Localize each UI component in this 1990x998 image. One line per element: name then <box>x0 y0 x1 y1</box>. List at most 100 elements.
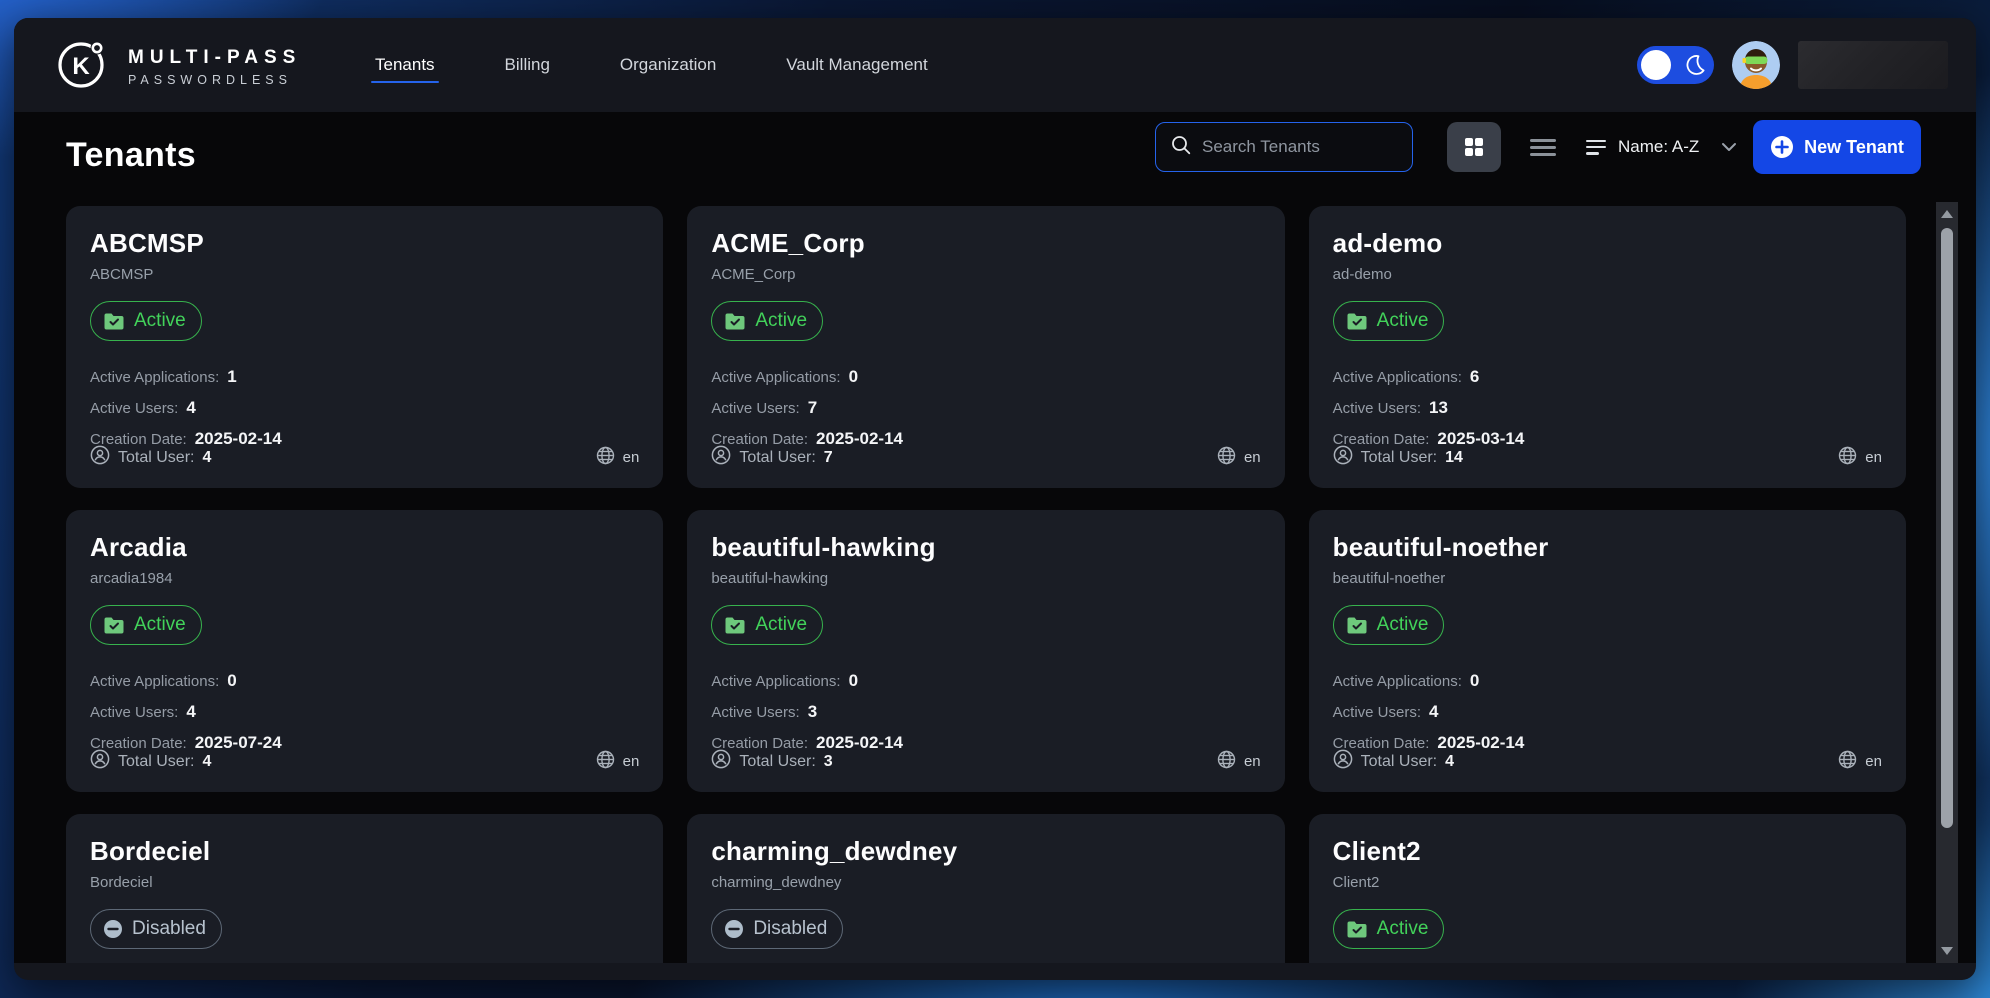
card-footer: Total User: 4 en <box>90 749 639 774</box>
tenant-name: Bordeciel <box>90 836 639 867</box>
tenant-card[interactable]: Arcadia arcadia1984 <box>66 510 663 792</box>
search-icon <box>1170 134 1192 161</box>
tenant-name: ad-demo <box>1333 228 1882 259</box>
user-icon <box>1333 749 1353 774</box>
tenant-slug: arcadia1984 <box>90 570 639 587</box>
folder-check-icon <box>103 616 125 635</box>
tenant-card[interactable]: ABCMSP ABCMSP <box>66 206 663 488</box>
card-footer: Total User: 7 en <box>711 445 1260 470</box>
tenant-name: beautiful-noether <box>1333 532 1882 563</box>
tenant-card[interactable]: beautiful-noether beautiful-noether <box>1309 510 1906 792</box>
sort-control[interactable]: Name: A-Z <box>1586 122 1737 172</box>
stat-active-applications: Active Applications: 0 <box>90 671 639 691</box>
list-icon <box>1530 139 1556 156</box>
status-badge: Active <box>711 301 823 341</box>
card-footer: Total User: 14 en <box>1333 445 1882 470</box>
stat-active-users: Active Users: 4 <box>90 702 639 722</box>
new-tenant-label: New Tenant <box>1804 137 1904 158</box>
card-footer: Total User: 4 en <box>90 445 639 470</box>
tenant-slug: beautiful-hawking <box>711 570 1260 587</box>
tenant-card[interactable]: ACME_Corp ACME_Corp <box>687 206 1284 488</box>
tenant-stats: Active Applications: 0 Active Users: 7 C… <box>711 367 1260 449</box>
nav-tab-tenants[interactable]: Tenants <box>369 45 441 85</box>
brand-name: MULTI-PASS PASSWORDLESS <box>128 47 301 87</box>
tenant-card[interactable]: beautiful-hawking beautiful-hawking <box>687 510 1284 792</box>
sort-label: Name: A-Z <box>1618 137 1699 157</box>
globe-icon <box>1217 446 1236 470</box>
status-badge: Active <box>1333 909 1445 949</box>
status-label: Active <box>755 614 807 636</box>
tenant-slug: ad-demo <box>1333 266 1882 283</box>
status-badge: Active <box>90 301 202 341</box>
status-badge: Active <box>90 605 202 645</box>
folder-check-icon <box>103 312 125 331</box>
tenant-stats: Active Applications: 0 Active Users: 3 C… <box>711 671 1260 753</box>
status-label: Active <box>755 310 807 332</box>
folder-check-icon <box>1346 312 1368 331</box>
scrollbar-thumb[interactable] <box>1941 228 1953 828</box>
new-tenant-button[interactable]: New Tenant <box>1753 120 1921 174</box>
search-input[interactable] <box>1202 137 1398 157</box>
status-label: Active <box>134 614 186 636</box>
header-right <box>1637 18 1948 112</box>
nav-tab-billing[interactable]: Billing <box>499 45 556 85</box>
tenant-stats: Active Applications: 0 Active Users: 4 C… <box>1333 671 1882 753</box>
status-label: Disabled <box>132 918 206 940</box>
scroll-up-arrow[interactable] <box>1936 204 1958 224</box>
user-icon <box>90 445 110 470</box>
tenant-card[interactable]: charming_dewdney charming_dewdney <box>687 814 1284 963</box>
tenant-stats: Active Applications: 6 Active Users: 13 … <box>1333 367 1882 449</box>
main-nav: Tenants Billing Organization Vault Manag… <box>369 18 934 112</box>
nav-tab-vault-management[interactable]: Vault Management <box>780 45 933 85</box>
status-label: Disabled <box>753 918 827 940</box>
grid-view-button[interactable] <box>1447 122 1501 172</box>
folder-check-icon <box>1346 616 1368 635</box>
tenant-card[interactable]: ad-demo ad-demo <box>1309 206 1906 488</box>
minus-circle-icon <box>724 919 744 939</box>
tenant-name: Arcadia <box>90 532 639 563</box>
card-footer: Total User: 3 en <box>711 749 1260 774</box>
brand-line1: MULTI-PASS <box>128 47 301 69</box>
language-code: en <box>1244 449 1261 466</box>
list-view-button[interactable] <box>1519 122 1567 172</box>
tenant-stats: Active Applications: 1 Active Users: 4 C… <box>90 367 639 449</box>
folder-check-icon <box>1346 920 1368 939</box>
main-content: Tenants Name: A-Z <box>14 112 1976 963</box>
language-code: en <box>623 449 640 466</box>
moon-icon <box>1684 53 1706 82</box>
nav-tab-organization[interactable]: Organization <box>614 45 722 85</box>
status-badge: Disabled <box>90 909 222 949</box>
tenant-slug: ACME_Corp <box>711 266 1260 283</box>
brand-logo-icon: K <box>54 36 110 97</box>
status-label: Active <box>1377 310 1429 332</box>
tenant-name: Client2 <box>1333 836 1882 867</box>
globe-icon <box>596 446 615 470</box>
page-title: Tenants <box>66 136 196 175</box>
tenant-grid: ABCMSP ABCMSP <box>14 206 1976 963</box>
stat-active-applications: Active Applications: 1 <box>90 367 639 387</box>
scroll-down-arrow[interactable] <box>1936 941 1958 961</box>
globe-icon <box>596 750 615 774</box>
tenant-card[interactable]: Client2 Client2 <box>1309 814 1906 963</box>
search-box <box>1155 122 1413 172</box>
tenant-card[interactable]: Bordeciel Bordeciel <box>66 814 663 963</box>
tenant-name: ABCMSP <box>90 228 639 259</box>
brand-line2: PASSWORDLESS <box>128 73 301 87</box>
status-badge: Active <box>1333 605 1445 645</box>
plus-circle-icon <box>1770 135 1794 159</box>
sort-icon <box>1586 140 1606 155</box>
globe-icon <box>1838 446 1857 470</box>
user-avatar[interactable] <box>1732 41 1780 89</box>
language-code: en <box>623 753 640 770</box>
theme-toggle[interactable] <box>1637 46 1714 84</box>
app-window: K MULTI-PASS PASSWORDLESS Tenants Billin… <box>14 18 1976 980</box>
brand: K MULTI-PASS PASSWORDLESS <box>54 36 301 97</box>
user-menu-name-redacted[interactable] <box>1798 41 1948 89</box>
user-icon <box>711 445 731 470</box>
tenant-stats: Active Applications: 0 Active Users: 4 C… <box>90 671 639 753</box>
stat-active-users: Active Users: 13 <box>1333 398 1882 418</box>
svg-text:K: K <box>72 53 90 80</box>
stat-active-applications: Active Applications: 0 <box>711 671 1260 691</box>
folder-check-icon <box>724 616 746 635</box>
stat-active-users: Active Users: 3 <box>711 702 1260 722</box>
